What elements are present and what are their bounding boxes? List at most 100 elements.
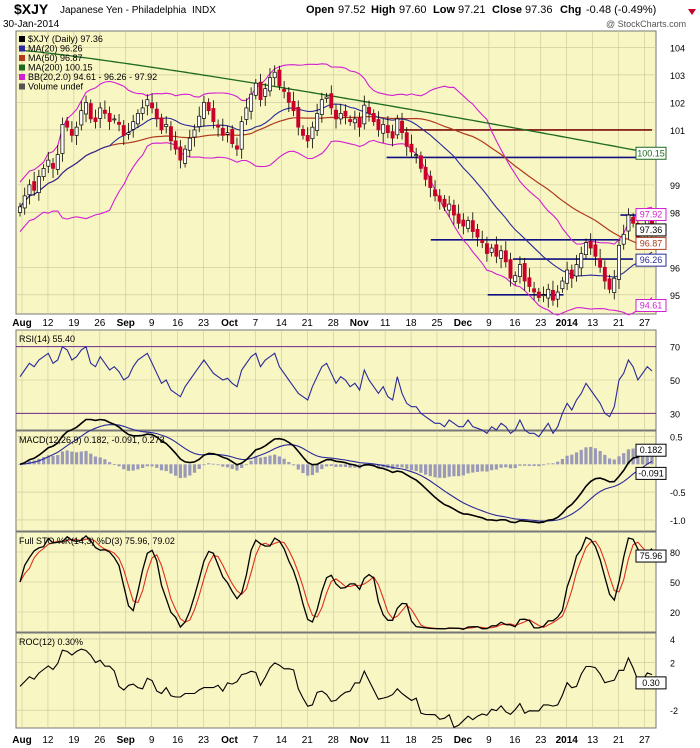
macd-histogram-bar [291,464,296,466]
macd-histogram-bar [504,464,508,468]
x-tick-label: 28 [328,735,340,746]
macd-histogram-bar [551,463,555,465]
open-label: Open [306,4,334,16]
macd-histogram-bar [433,464,437,478]
candle-body [579,253,584,269]
x-tick-label: 9 [486,318,492,329]
candle-body [206,102,211,112]
macd-histogram-bar [607,458,612,465]
candle-body [324,96,329,99]
macd-histogram-bar [207,463,211,465]
candle-body [164,124,169,127]
candle-body [135,113,140,125]
macd-histogram-bar [499,464,503,468]
candle-body [437,195,442,202]
candle-body [602,266,607,282]
macd-histogram-bar [395,464,399,468]
macd-histogram-bar [405,464,409,469]
x-tick-label: 25 [431,735,443,746]
macd-histogram-bar [475,464,480,472]
change-label: Chg [560,4,581,16]
candle-body [268,77,272,92]
candle-body [565,269,570,284]
close-label: Close [492,4,522,16]
down-arrow-icon [688,9,696,15]
candle-body [121,125,126,136]
x-tick-label: 7 [253,735,259,746]
macd-histogram-bar [603,454,607,465]
macd-histogram-bar [513,464,517,469]
macd-histogram-bar [202,464,206,466]
candle-body [404,132,409,147]
candle-body [253,82,258,96]
macd-histogram-bar [546,463,550,465]
macd-histogram-bar [424,464,428,475]
x-tick-label: 7 [253,318,259,329]
macd-histogram-bar [126,464,131,471]
roc-legend: ROC(12) 0.30% [19,637,83,647]
candle-body [18,206,22,213]
candle-body [400,120,404,134]
macd-histogram-bar [428,464,432,477]
open-value: 97.52 [338,4,366,16]
macd-histogram-bar [178,464,182,479]
sto-tag-label: 75.96 [640,551,663,561]
candle-body [414,154,419,156]
macd-histogram-bar [131,464,135,471]
macd-histogram-bar [150,464,154,467]
macd-histogram-bar [112,464,116,465]
candle-body [315,113,320,131]
candle-body [117,121,121,125]
macd-histogram-bar [159,464,164,471]
macd-histogram-bar [556,461,560,465]
candle-body [239,121,244,150]
candle-body [183,148,188,164]
macd-histogram-bar [98,457,102,465]
candle-body [173,140,178,150]
x-tick-label: 21 [302,318,314,329]
symbol: $XJY [14,1,49,17]
exchange-label: INDX [192,5,216,16]
macd-histogram-bar [268,455,272,465]
macd-histogram-bar [523,464,527,466]
legend-label: Volume undef [28,82,84,92]
macd-histogram-bar [164,464,168,472]
candle-body [626,214,631,232]
candle-body [230,129,235,145]
x-tick-label: 23 [535,318,547,329]
macd-histogram-bar [306,464,310,476]
x-tick-label: Aug [12,735,31,746]
candle-body [102,109,107,114]
candle-body [192,129,197,138]
macd-histogram-bar [617,456,621,465]
macd-histogram-bar [145,464,149,467]
x-tick-label: Dec [454,318,473,329]
macd-histogram-bar [282,458,286,465]
candle-body [574,264,579,277]
candle-body [617,244,621,280]
candle-body [409,143,414,153]
y-tick-label: 99 [670,181,680,191]
candle-body [46,159,51,167]
y-tick-label: 0.5 [670,433,683,443]
macd-histogram-bar [447,464,451,477]
candle-body [348,119,353,123]
candle-body [513,275,518,282]
x-tick-label: 19 [68,318,80,329]
x-tick-label: 9 [486,735,492,746]
candle-body [343,110,348,117]
macd-histogram-bar [263,456,267,465]
candle-body [442,198,447,208]
candle-body [301,129,305,136]
y-tick-label: 102 [670,98,685,108]
macd-histogram-bar [574,452,579,465]
candle-body [225,132,230,135]
candle-body [338,113,343,120]
candle-body [159,117,164,131]
x-tick-label: 25 [431,318,443,329]
macd-histogram-bar [508,464,513,469]
candle-body [131,121,136,130]
x-tick-label: 23 [198,318,210,329]
macd-histogram-bar [277,456,282,465]
macd-histogram-bar [390,464,395,470]
